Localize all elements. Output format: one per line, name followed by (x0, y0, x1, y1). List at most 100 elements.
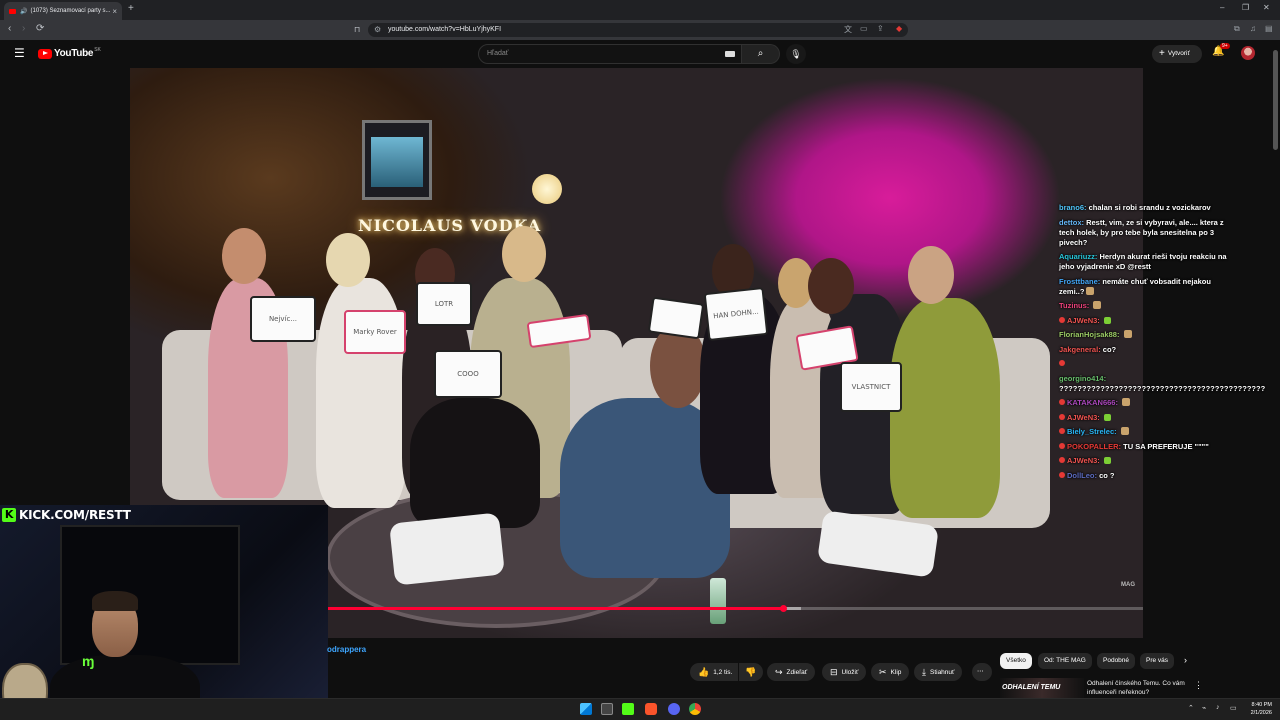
channel-name-partial[interactable]: odrappera (327, 645, 366, 654)
tab-close-icon[interactable]: × (112, 7, 117, 16)
youtube-logo[interactable]: YouTube SK (38, 46, 101, 59)
chat-username[interactable]: brano6: (1059, 203, 1087, 212)
task-view-icon[interactable] (601, 703, 613, 715)
person-sitting-floor (410, 398, 540, 528)
share-page-icon[interactable]: ⇪ (877, 24, 884, 33)
close-window-button[interactable]: ✕ (1263, 3, 1270, 12)
recommended-video[interactable]: ODHALENÍ TEMU Odhalení čínského Temu. Co… (1000, 678, 1203, 698)
menu-icon[interactable]: ☰ (14, 46, 25, 60)
kick-channel-banner: K KICK.COM/RESTT (2, 507, 131, 523)
translate-icon[interactable]: 文 (844, 24, 852, 35)
chip-related[interactable]: Podobné (1097, 653, 1136, 669)
share-button[interactable]: ↪ Zdieľať (767, 663, 816, 681)
chat-emote-icon (1123, 330, 1132, 338)
progress-scrubber[interactable] (780, 605, 788, 612)
chat-username[interactable]: georgino414: (1059, 374, 1106, 383)
chat-message: Biely_Strelec: (1059, 427, 1231, 437)
browser-tab-active[interactable]: 🔊 (1073) Seznamovací party s... × (4, 2, 122, 20)
chat-username[interactable]: Frosttbane: (1059, 277, 1100, 286)
bar-fridge (362, 120, 432, 200)
chat-emote-icon (1103, 457, 1111, 464)
windows-start-icon[interactable] (580, 703, 592, 715)
address-bar[interactable]: ⚙ youtube.com/watch?v=HbLuYjhyKFI (368, 23, 908, 37)
whiteboard: VLASTNICT (840, 362, 902, 412)
pillow (389, 512, 505, 586)
search-icon: ⌕ (757, 48, 764, 59)
new-tab-button[interactable]: + (128, 3, 134, 14)
chat-username[interactable]: FlorianHojsak88: (1059, 330, 1119, 339)
chat-emote-icon (1086, 286, 1095, 295)
clip-button[interactable]: ✂ Klip (871, 663, 910, 681)
chat-message: AJWeN3: (1059, 413, 1231, 423)
page-scrollbar[interactable] (1272, 40, 1280, 698)
chat-text: co? (1102, 344, 1117, 354)
sidebar-icon[interactable]: ▤ (1265, 24, 1273, 33)
site-info-icon[interactable]: ⚙ (374, 23, 381, 37)
chat-username[interactable]: AJWeN3: (1067, 316, 1100, 325)
search-button[interactable]: ⌕ (742, 44, 780, 64)
search-input[interactable]: Hľadať (478, 44, 742, 64)
chat-username[interactable]: Biely_Strelec: (1067, 427, 1117, 436)
chat-username[interactable]: DollLeo: (1067, 471, 1097, 480)
kick-app-icon[interactable] (622, 703, 634, 715)
chip-from-channel[interactable]: Od: THE MAG (1038, 653, 1092, 669)
save-button[interactable]: ⊟ Uložiť (822, 663, 867, 681)
speaker-icon: 🔊 (20, 8, 28, 15)
recommended-thumbnail[interactable]: ODHALENÍ TEMU (1000, 678, 1084, 698)
channel-watermark[interactable]: MAG (1121, 582, 1135, 588)
chat-username[interactable]: POKOPALLER: (1067, 442, 1121, 451)
chip-all[interactable]: Všetko (1000, 653, 1032, 669)
more-actions-button[interactable]: ⋯ (972, 663, 992, 681)
person-head (908, 246, 954, 304)
minimize-button[interactable]: – (1220, 3, 1224, 12)
forward-arrow-icon[interactable]: › (22, 23, 25, 34)
tray-chevron-icon[interactable]: ⌃ (1188, 704, 1194, 712)
chat-username[interactable]: Aquariuzz: (1059, 252, 1097, 261)
bookmark-icon[interactable]: ⊓ (354, 25, 360, 34)
like-button[interactable]: 👍 1,2 tis. (690, 663, 738, 681)
whiteboard (647, 296, 705, 340)
chrome-icon[interactable] (689, 703, 701, 715)
recommended-title[interactable]: Odhalení čínského Temu. Co vám influence… (1087, 679, 1187, 697)
country-code: SK (94, 46, 101, 53)
back-arrow-icon[interactable]: ‹ (8, 23, 11, 34)
youtube-play-logo-icon (38, 48, 52, 59)
search-placeholder: Hľadať (487, 50, 509, 57)
dislike-button[interactable]: 👎 (739, 663, 763, 681)
chat-text: ????????????????????????????????????????… (1059, 383, 1266, 393)
chat-username[interactable]: AJWeN3: (1067, 413, 1100, 422)
volume-icon[interactable]: ♪ (1216, 704, 1220, 711)
keyboard-icon[interactable] (725, 51, 735, 57)
network-icon[interactable]: ⌁ (1202, 704, 1206, 712)
video-options-icon[interactable]: ⋮ (1194, 680, 1203, 691)
discord-icon[interactable] (668, 703, 680, 715)
media-icon[interactable]: ♫ (1250, 24, 1256, 33)
chat-username[interactable]: Tuzinus: (1059, 301, 1089, 310)
chat-message: KATAKAN666: (1059, 398, 1231, 408)
voice-search-button[interactable]: 🎙 (786, 44, 806, 64)
brave-shield-icon[interactable]: ◆ (896, 24, 902, 33)
user-avatar[interactable] (1241, 46, 1255, 60)
browser-toolbar: ‹ › ⟳ ⊓ ⚙ youtube.com/watch?v=HbLuYjhyKF… (0, 20, 1280, 40)
chips-next-chevron-icon[interactable]: › (1184, 655, 1187, 665)
maximize-button[interactable]: ❐ (1242, 3, 1249, 12)
brave-browser-icon[interactable] (645, 703, 657, 715)
chat-username[interactable]: KATAKAN666: (1067, 398, 1118, 407)
clock-time: 8:40 PM (1251, 702, 1272, 708)
chat-message: AJWeN3: (1059, 316, 1231, 326)
create-button[interactable]: + Vytvoriť (1152, 45, 1202, 63)
battery-icon[interactable]: ▭ (1230, 704, 1237, 712)
chat-emote-icon (1103, 316, 1111, 324)
scrollbar-thumb[interactable] (1273, 50, 1278, 150)
reload-icon[interactable]: ⟳ (36, 23, 44, 34)
whiteboard: LOTR (416, 282, 472, 326)
download-button[interactable]: ⤓ Stiahnuť (914, 663, 963, 681)
taskbar-clock[interactable]: 8:40 PM 2/1/2026 (1242, 701, 1272, 717)
chat-username[interactable]: Jakgeneral: (1059, 345, 1101, 354)
chat-username[interactable]: AJWeN3: (1067, 456, 1100, 465)
chip-for-you[interactable]: Pre vás (1140, 653, 1175, 669)
chat-username[interactable]: dettox: (1059, 218, 1084, 227)
screen-share-icon[interactable]: ▭ (860, 24, 868, 33)
extensions-icon[interactable]: ⧉ (1234, 24, 1240, 34)
tab-title: (1073) Seznamovací party s... (30, 8, 111, 14)
